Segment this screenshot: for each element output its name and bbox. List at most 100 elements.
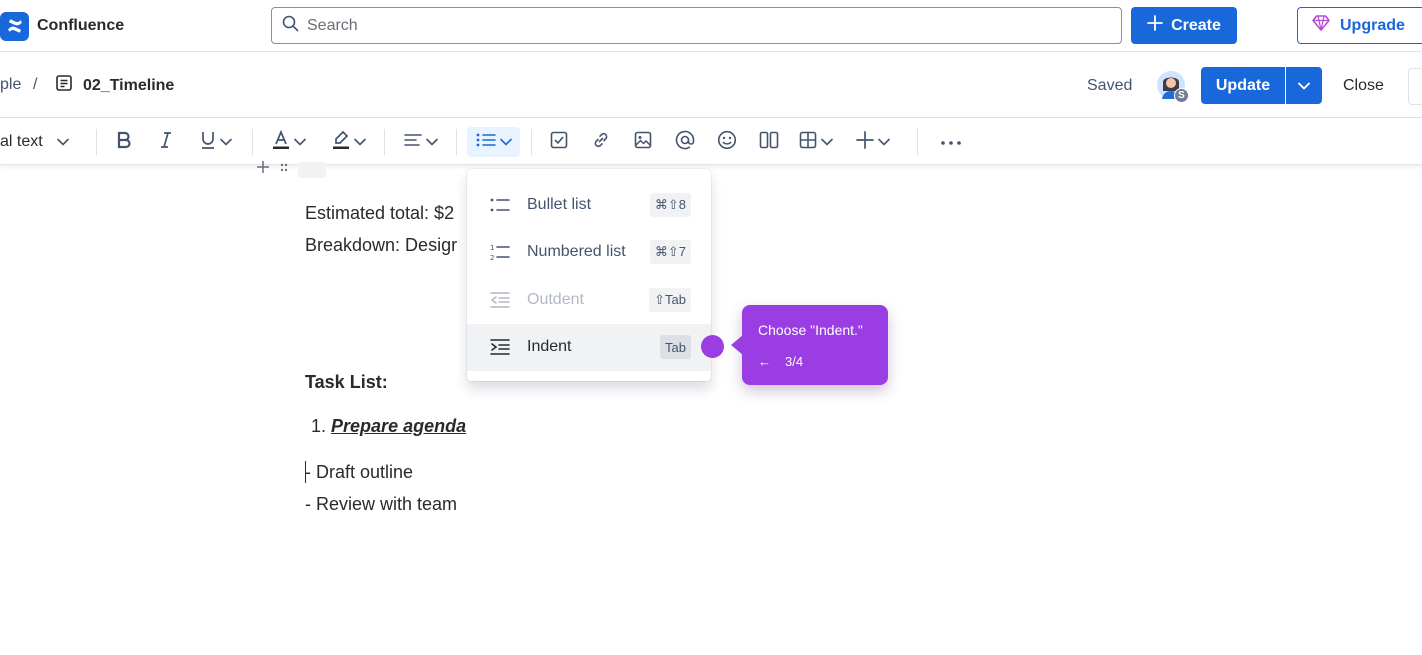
shortcut-badge: ⇧Tab (649, 287, 691, 312)
toolbar-divider (384, 129, 385, 155)
paragraph[interactable]: Estimated total: $2 (305, 203, 454, 224)
insert-button[interactable] (853, 127, 893, 157)
create-button[interactable]: Create (1131, 7, 1237, 44)
menu-item-label: Numbered list (527, 243, 626, 261)
list-options-menu: Bullet list ⌘⇧8 12 Numbered list ⌘⇧7 Out… (467, 169, 711, 381)
emoji-button[interactable] (714, 127, 740, 157)
underline-button[interactable] (194, 127, 238, 157)
layout-button[interactable] (756, 127, 782, 157)
chevron-down-icon (220, 133, 232, 151)
app-name: Confluence (37, 17, 125, 34)
editor-toolbar: al text (0, 119, 1422, 165)
chevron-down-icon (426, 133, 438, 151)
breadcrumb-current[interactable]: 02_Timeline (55, 74, 174, 97)
menu-item-indent[interactable]: Indent Tab (467, 323, 711, 371)
numbered-list-icon: 12 (489, 241, 511, 263)
indent-icon (489, 336, 511, 358)
highlight-button[interactable] (328, 127, 370, 157)
breadcrumb-parent[interactable]: ple (0, 76, 21, 94)
text-style-dropdown[interactable]: al text (0, 127, 69, 157)
search-input[interactable]: Search (271, 7, 1122, 44)
menu-item-numbered-list[interactable]: 12 Numbered list ⌘⇧7 (467, 229, 711, 277)
paragraph[interactable]: Breakdown: Desigr (305, 235, 457, 256)
underline-icon (200, 131, 216, 154)
list-icon (476, 133, 496, 152)
page-header: ple / 02_Timeline Saved S Update Close (0, 52, 1422, 118)
guide-progress: 3/4 (785, 354, 804, 369)
more-actions-button[interactable] (1408, 68, 1422, 105)
link-button[interactable] (588, 127, 614, 157)
chevron-down-icon (821, 133, 833, 151)
italic-icon (159, 131, 173, 154)
italic-button[interactable] (152, 127, 180, 157)
menu-item-label: Bullet list (527, 195, 592, 213)
update-options-button[interactable] (1286, 67, 1322, 104)
shortcut-badge: ⌘⇧7 (649, 240, 691, 265)
menu-item-label: Outdent (527, 290, 584, 308)
close-button[interactable]: Close (1343, 77, 1384, 95)
layout-icon (759, 131, 779, 154)
toolbar-divider (531, 129, 532, 155)
back-arrow-icon[interactable]: ← (758, 354, 771, 369)
update-button[interactable]: Update (1201, 67, 1285, 104)
paragraph[interactable]: - Draft outline (305, 462, 413, 483)
list-number: 1. (311, 416, 327, 436)
page-title: 02_Timeline (83, 76, 175, 94)
checkbox-icon (550, 131, 568, 154)
top-navigation: Confluence Search Create Upgrade (0, 0, 1422, 52)
task-button[interactable] (546, 127, 572, 157)
link-icon (592, 131, 610, 154)
text-color-button[interactable] (268, 127, 310, 157)
image-icon (634, 131, 652, 154)
block-controls (256, 160, 326, 179)
svg-text:2: 2 (490, 254, 494, 261)
upgrade-label: Upgrade (1340, 16, 1405, 34)
bold-button[interactable] (110, 127, 138, 157)
toolbar-divider (252, 129, 253, 155)
bold-icon (116, 131, 132, 154)
guide-instruction: Choose "Indent." (758, 322, 863, 338)
list-item-text: Prepare agenda (331, 416, 467, 436)
list-item[interactable]: 1. Prepare agenda (311, 416, 466, 437)
more-icon (940, 133, 962, 151)
menu-item-bullet-list[interactable]: Bullet list ⌘⇧8 (467, 181, 711, 229)
guide-hotspot[interactable] (701, 335, 724, 358)
alignment-button[interactable] (400, 127, 442, 157)
chevron-down-icon (354, 133, 366, 151)
update-label: Update (1215, 76, 1271, 94)
avatar[interactable]: S (1155, 69, 1189, 103)
outdent-icon (489, 289, 511, 311)
image-button[interactable] (630, 127, 656, 157)
block-link-icon[interactable] (298, 161, 326, 178)
svg-text:1: 1 (490, 244, 494, 252)
more-button[interactable] (936, 127, 966, 157)
confluence-logo[interactable]: Confluence (0, 11, 125, 41)
upgrade-button[interactable]: Upgrade (1297, 7, 1422, 44)
page-icon (55, 74, 73, 97)
chevron-down-icon (1298, 77, 1310, 95)
add-block-icon[interactable] (256, 160, 270, 179)
shortcut-badge: ⌘⇧8 (649, 192, 691, 217)
mention-button[interactable] (672, 127, 698, 157)
create-label: Create (1171, 16, 1221, 34)
list-options-button[interactable] (467, 127, 520, 157)
drag-handle-icon[interactable] (280, 160, 288, 179)
toolbar-divider (96, 129, 97, 155)
guide-navigation: ← 3/4 (758, 354, 803, 369)
mention-icon (675, 130, 695, 155)
paragraph[interactable]: - Review with team (305, 494, 457, 515)
chevron-down-icon (294, 133, 306, 151)
text-color-icon (272, 129, 290, 155)
gem-icon (1312, 15, 1330, 36)
task-list-heading[interactable]: Task List: (305, 372, 388, 393)
table-button[interactable] (794, 127, 838, 157)
breadcrumb-separator: / (33, 76, 38, 93)
guide-tooltip: Choose "Indent." ← 3/4 (731, 305, 888, 385)
confluence-logo-icon (0, 11, 29, 41)
avatar-badge: S (1174, 88, 1189, 103)
search-placeholder: Search (307, 16, 358, 34)
plus-icon (1147, 15, 1163, 36)
text-cursor (305, 461, 306, 483)
bullet-list-icon (489, 194, 511, 216)
chevron-down-icon (56, 133, 69, 151)
